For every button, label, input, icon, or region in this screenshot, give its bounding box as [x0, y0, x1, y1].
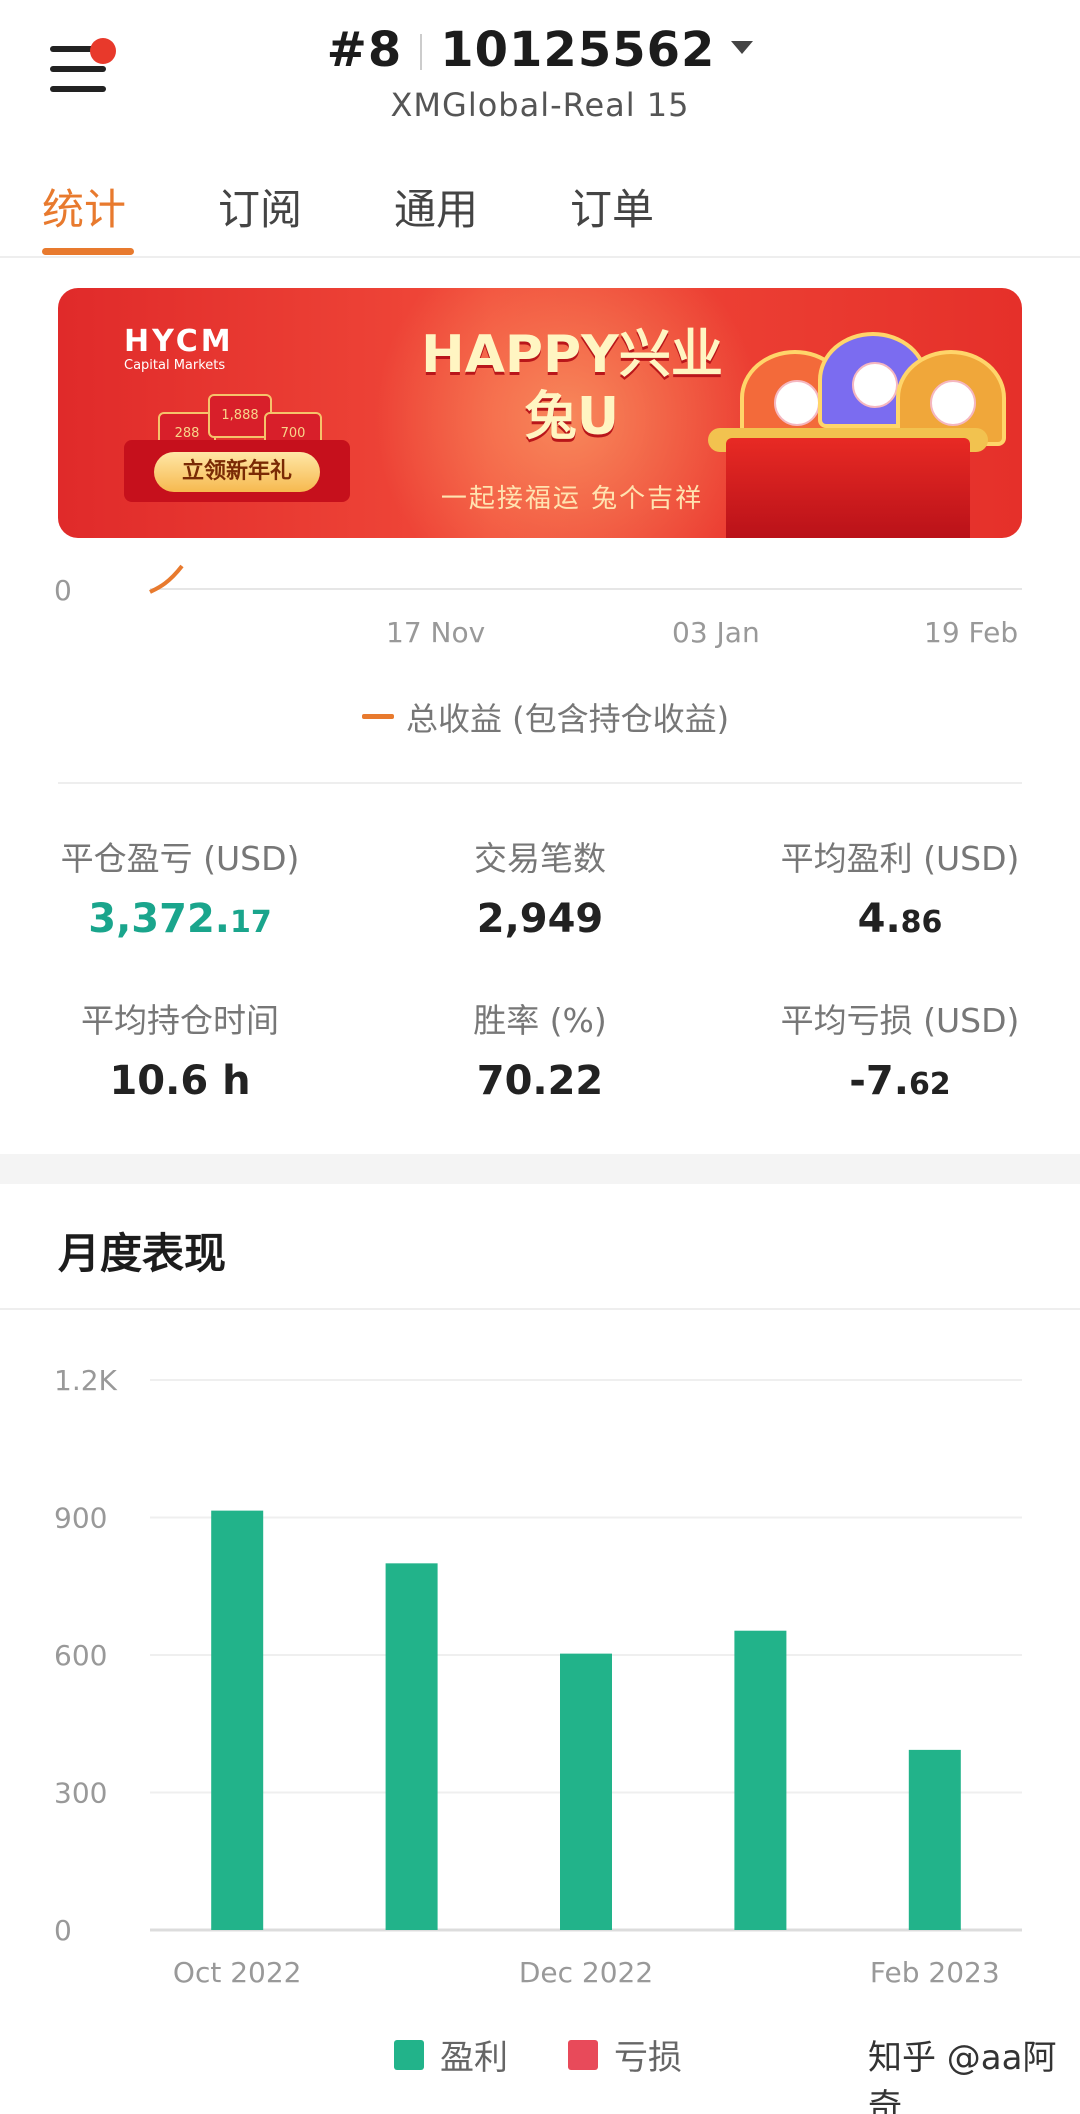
stat-value-trade-count: 2,949 [476, 896, 604, 942]
tab-orders[interactable]: 订单 [570, 176, 654, 237]
stat-value-avg-profit: 4.86 [857, 896, 943, 942]
account-index: #8 [326, 22, 403, 78]
y-tick-label: 1.2K [54, 1364, 118, 1397]
tab-statistics[interactable]: 统计 [42, 176, 126, 237]
monthly-performance-title: 月度表现 [58, 1229, 227, 1278]
dropdown-caret-icon[interactable] [731, 41, 754, 54]
account-number: 10125562 [440, 22, 716, 78]
equity-date-label: 17 Nov [386, 616, 486, 649]
red-envelope-icon: 1,888 [208, 394, 272, 438]
divider [0, 1308, 1080, 1310]
equity-y-zero: 0 [54, 574, 72, 607]
banner-title-2: 兔U [524, 387, 620, 447]
y-tick-label: 300 [54, 1777, 107, 1810]
legend-profit-label: 盈利 [440, 2038, 508, 2078]
profit-bar [211, 1510, 264, 1930]
legend-loss-label: 亏损 [614, 2038, 682, 2078]
tab-subscriptions[interactable]: 订阅 [218, 176, 302, 237]
banner-brand-sub: Capital Markets [124, 358, 226, 373]
stat-label-closed-pnl: 平仓盈亏 (USD) [60, 839, 300, 878]
profit-bar [560, 1653, 612, 1930]
divider [58, 782, 1022, 784]
claim-gift-label: 立领新年礼 [154, 452, 320, 492]
equity-date-label: 19 Feb [924, 616, 1019, 649]
tab-bar: 统计 订阅 通用 订单 [0, 160, 1080, 258]
banner-slogan: 一起接福运 兔个吉祥 [440, 484, 704, 514]
monthly-bar-chart: 0 300 600 900 1.2K Oct 2022 Dec 2022 Feb 2023 [54, 1364, 1022, 1989]
legend-loss-swatch-icon [568, 2040, 598, 2070]
stat-label-avg-hold-time: 平均持仓时间 [81, 1001, 279, 1040]
equity-legend-line-icon [362, 714, 394, 719]
stat-label-win-rate: 胜率 (%) [473, 1001, 607, 1040]
x-tick-label: Dec 2022 [519, 1956, 653, 1989]
podium-base [726, 438, 970, 538]
x-tick-label: Feb 2023 [870, 1956, 1000, 1989]
stat-label-trade-count: 交易笔数 [474, 839, 606, 878]
promo-banner[interactable]: HYCM Capital Markets 288 1,888 700 立领新年礼… [58, 288, 1022, 538]
stat-value-closed-pnl: 3,372.17 [88, 896, 272, 942]
stat-label-avg-profit: 平均盈利 (USD) [780, 839, 1020, 878]
server-name: XMGlobal-Real 15 [390, 86, 690, 124]
stat-label-avg-loss: 平均亏损 (USD) [780, 1001, 1020, 1040]
watermark: 知乎 @aa阿奇 [868, 2038, 1057, 2114]
equity-date-label: 03 Jan [672, 616, 760, 649]
equity-line [149, 564, 184, 594]
y-tick-label: 600 [54, 1639, 107, 1672]
account-selector[interactable]: #8 10125562 [0, 22, 1080, 78]
active-tab-indicator [42, 248, 134, 255]
equity-legend-text: 总收益 (包含持仓收益) [406, 700, 730, 738]
stat-value-win-rate: 70.22 [476, 1058, 604, 1104]
y-tick-label: 900 [54, 1502, 107, 1535]
section-separator [0, 1154, 1080, 1184]
profit-bar [734, 1630, 787, 1930]
banner-brand-logo: HYCM [124, 324, 234, 359]
tab-general[interactable]: 通用 [394, 176, 478, 237]
claim-gift-button[interactable]: 立领新年礼 [124, 440, 350, 502]
profit-bar [908, 1749, 961, 1930]
profit-bar [385, 1563, 438, 1930]
legend-profit-swatch-icon [394, 2040, 424, 2070]
equity-chart-baseline [150, 588, 1022, 590]
stat-value-avg-hold-time: 10.6 h [109, 1058, 251, 1104]
x-tick-label: Oct 2022 [173, 1956, 302, 1989]
stat-value-avg-loss: -7.62 [849, 1058, 951, 1104]
y-tick-label: 0 [54, 1914, 72, 1947]
app-header: #8 10125562 XMGlobal-Real 15 [0, 0, 1080, 150]
